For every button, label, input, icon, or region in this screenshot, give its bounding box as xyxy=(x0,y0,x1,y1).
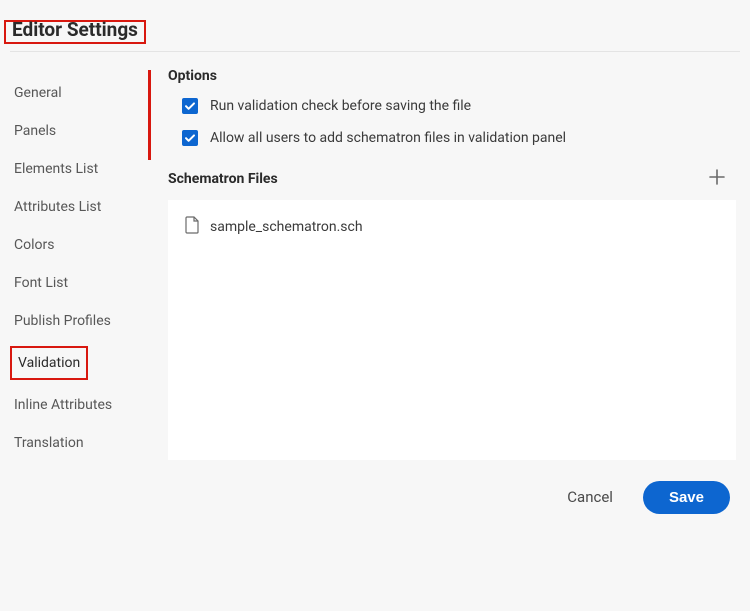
file-icon xyxy=(184,216,200,238)
list-item[interactable]: sample_schematron.sch xyxy=(172,212,732,242)
checkbox-allow-add-schematron[interactable] xyxy=(182,130,198,146)
cancel-button[interactable]: Cancel xyxy=(557,480,623,514)
option-label: Run validation check before saving the f… xyxy=(210,98,471,114)
options-highlight-bar xyxy=(148,70,151,160)
sidebar-item-general[interactable]: General xyxy=(10,74,66,112)
sidebar: General Panels Elements List Attributes … xyxy=(10,64,138,462)
option-row-allow-add-schematron: Allow all users to add schematron files … xyxy=(168,130,740,146)
sidebar-item-attributes-list[interactable]: Attributes List xyxy=(10,188,105,226)
options-title: Options xyxy=(168,68,740,84)
sidebar-item-publish-profiles[interactable]: Publish Profiles xyxy=(10,302,115,340)
page-title: Editor Settings xyxy=(12,18,138,41)
sidebar-item-panels[interactable]: Panels xyxy=(10,112,60,150)
option-label: Allow all users to add schematron files … xyxy=(210,130,566,146)
add-schematron-button[interactable] xyxy=(704,164,730,194)
footer: Cancel Save xyxy=(148,480,740,514)
plus-icon xyxy=(708,168,726,186)
sidebar-item-inline-attributes[interactable]: Inline Attributes xyxy=(10,386,116,424)
option-row-validate-before-save: Run validation check before saving the f… xyxy=(168,98,740,114)
save-button[interactable]: Save xyxy=(643,481,730,514)
schematron-files-title: Schematron Files xyxy=(168,171,278,187)
sidebar-item-validation[interactable]: Validation xyxy=(16,350,82,376)
file-name: sample_schematron.sch xyxy=(210,219,363,235)
checkbox-validate-before-save[interactable] xyxy=(182,98,198,114)
check-icon xyxy=(184,132,196,144)
sidebar-item-elements-list[interactable]: Elements List xyxy=(10,150,102,188)
check-icon xyxy=(184,100,196,112)
sidebar-highlight: Validation xyxy=(10,346,88,380)
sidebar-item-font-list[interactable]: Font List xyxy=(10,264,72,302)
title-highlight: Editor Settings xyxy=(4,20,146,44)
main-panel: Options Run validation check before savi… xyxy=(138,64,740,514)
sidebar-item-translation[interactable]: Translation xyxy=(10,424,88,462)
sidebar-item-colors[interactable]: Colors xyxy=(10,226,58,264)
schematron-files-panel: sample_schematron.sch xyxy=(168,200,736,460)
